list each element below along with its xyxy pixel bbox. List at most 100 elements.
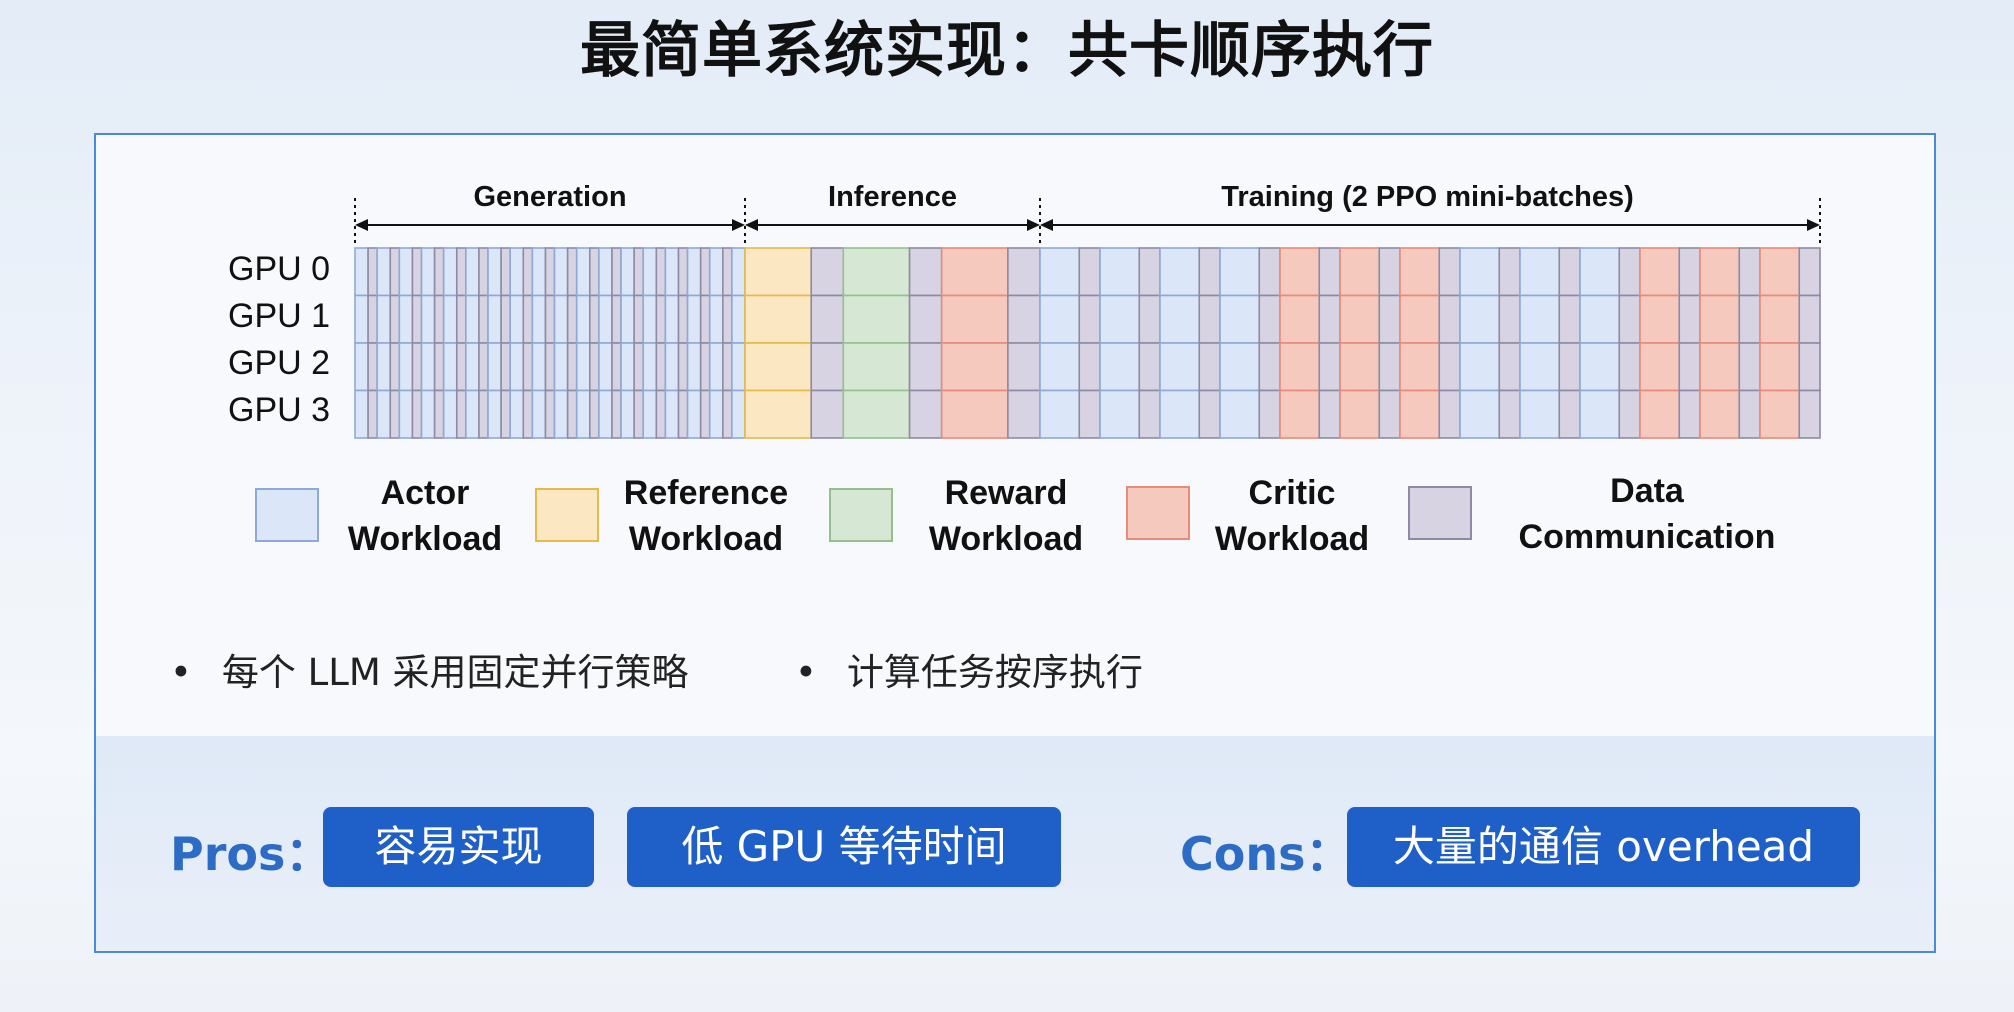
gpu1-actor-block-30 bbox=[686, 294, 702, 344]
gpu3-comm-block-25 bbox=[633, 389, 645, 439]
gpu0-comm-block-3 bbox=[389, 247, 401, 297]
gpu2-actor-block-55 bbox=[1459, 342, 1501, 392]
gpu3-actor-block-41 bbox=[1039, 389, 1081, 439]
gpu1-actor-block-8 bbox=[442, 294, 458, 344]
gpu1-comm-block-66 bbox=[1798, 294, 1821, 344]
gpu3-actor-block-2 bbox=[376, 389, 392, 439]
gpu2-actor-block-10 bbox=[465, 342, 480, 392]
legend-label-reference: Reference Workload bbox=[623, 474, 789, 558]
gpu2-actor-block-41 bbox=[1039, 342, 1081, 392]
gpu1-comm-block-27 bbox=[655, 294, 667, 344]
gpu0-comm-block-58 bbox=[1558, 247, 1581, 297]
gpu2-comm-block-42 bbox=[1078, 342, 1101, 392]
gpu1-comm-block-58 bbox=[1558, 294, 1581, 344]
gpu0-actor-block-0 bbox=[354, 247, 369, 297]
gpu0-comm-block-1 bbox=[367, 247, 378, 297]
gpu0-comm-block-56 bbox=[1498, 247, 1521, 297]
gpu0-actor-block-22 bbox=[598, 247, 613, 297]
gpu1-actor-block-24 bbox=[620, 294, 635, 344]
gpu1-comm-block-62 bbox=[1678, 294, 1701, 344]
gpu2-actor-block-12 bbox=[487, 342, 502, 392]
gpu3-actor-block-47 bbox=[1219, 389, 1261, 439]
gpu0-actor-block-45 bbox=[1159, 247, 1201, 297]
gpu1-actor-block-55 bbox=[1459, 294, 1501, 344]
gpu1-actor-block-20 bbox=[575, 294, 591, 344]
gpu3-comm-block-5 bbox=[411, 389, 423, 439]
gpu0-comm-block-46 bbox=[1198, 247, 1221, 297]
gpu1-comm-block-21 bbox=[588, 294, 600, 344]
gpu1-comm-block-9 bbox=[455, 294, 467, 344]
gpu1-comm-block-52 bbox=[1378, 294, 1401, 344]
gpu0-critic-block-39 bbox=[940, 247, 1009, 297]
cons-label: Cons： bbox=[1180, 827, 1352, 881]
gpu1-comm-block-36 bbox=[810, 294, 845, 344]
gpu0-critic-block-61 bbox=[1639, 247, 1681, 297]
legend-swatch-critic bbox=[1126, 486, 1190, 540]
gpu3-critic-block-65 bbox=[1759, 389, 1801, 439]
bullet-sequential-execution: • 计算任务按序执行 bbox=[795, 651, 1143, 694]
gpu0-comm-block-27 bbox=[655, 247, 667, 297]
gpu2-comm-block-64 bbox=[1738, 342, 1761, 392]
gpu2-actor-block-18 bbox=[553, 342, 569, 392]
legend-swatch-data-communication bbox=[1408, 486, 1472, 540]
gpu3-comm-block-29 bbox=[677, 389, 689, 439]
gpu3-actor-block-8 bbox=[442, 389, 458, 439]
gpu1-actor-block-14 bbox=[509, 294, 525, 344]
gpu2-actor-block-47 bbox=[1219, 342, 1261, 392]
gpu2-actor-block-59 bbox=[1579, 342, 1621, 392]
gpu0-actor-block-43 bbox=[1099, 247, 1141, 297]
gpu0-comm-block-21 bbox=[588, 247, 600, 297]
gpu3-reward-block-37 bbox=[842, 389, 911, 439]
gpu1-critic-block-39 bbox=[940, 294, 1009, 344]
gpu2-comm-block-33 bbox=[722, 342, 733, 392]
gpu3-reference-block-35 bbox=[744, 389, 813, 439]
gpu1-actor-block-6 bbox=[420, 294, 436, 344]
gpu0-actor-block-2 bbox=[376, 247, 392, 297]
gpu3-actor-block-26 bbox=[642, 389, 658, 439]
gpu0-actor-block-8 bbox=[442, 247, 458, 297]
gpu0-reward-block-37 bbox=[842, 247, 911, 297]
gpu3-actor-block-34 bbox=[731, 389, 746, 439]
gpu2-comm-block-15 bbox=[522, 342, 534, 392]
gpu1-comm-block-40 bbox=[1007, 294, 1041, 344]
gpu0-reference-block-35 bbox=[744, 247, 813, 297]
gpu2-actor-block-45 bbox=[1159, 342, 1201, 392]
gpu2-comm-block-1 bbox=[367, 342, 378, 392]
gpu3-comm-block-23 bbox=[611, 389, 622, 439]
gpu2-actor-block-8 bbox=[442, 342, 458, 392]
gpu1-comm-block-42 bbox=[1078, 294, 1101, 344]
gpu2-actor-block-32 bbox=[708, 342, 724, 392]
gpu3-actor-block-6 bbox=[420, 389, 436, 439]
gpu1-actor-block-26 bbox=[642, 294, 658, 344]
gpu1-critic-block-53 bbox=[1399, 294, 1441, 344]
gpu0-comm-block-31 bbox=[699, 247, 711, 297]
gpu2-comm-block-5 bbox=[411, 342, 423, 392]
gpu0-actor-block-59 bbox=[1579, 247, 1621, 297]
gpu0-comm-block-33 bbox=[722, 247, 733, 297]
gpu0-actor-block-14 bbox=[509, 247, 525, 297]
gpu3-comm-block-3 bbox=[389, 389, 401, 439]
gpu3-critic-block-39 bbox=[940, 389, 1009, 439]
gpu3-actor-block-14 bbox=[509, 389, 525, 439]
gpu3-comm-block-27 bbox=[655, 389, 667, 439]
gpu3-comm-block-21 bbox=[588, 389, 600, 439]
gpu2-comm-block-27 bbox=[655, 342, 667, 392]
gpu3-comm-block-60 bbox=[1618, 389, 1641, 439]
gpu2-actor-block-6 bbox=[420, 342, 436, 392]
gpu0-actor-block-12 bbox=[487, 247, 502, 297]
gpu0-comm-block-40 bbox=[1007, 247, 1041, 297]
gpu2-comm-block-25 bbox=[633, 342, 645, 392]
gpu3-actor-block-59 bbox=[1579, 389, 1621, 439]
gpu3-actor-block-18 bbox=[553, 389, 569, 439]
gpu0-actor-block-6 bbox=[420, 247, 436, 297]
gpu3-comm-block-50 bbox=[1318, 389, 1341, 439]
gpu3-critic-block-53 bbox=[1399, 389, 1441, 439]
gpu3-comm-block-19 bbox=[566, 389, 578, 439]
gpu0-comm-block-29 bbox=[677, 247, 689, 297]
gpu0-comm-block-52 bbox=[1378, 247, 1401, 297]
gpu0-actor-block-16 bbox=[531, 247, 547, 297]
gpu1-comm-block-56 bbox=[1498, 294, 1521, 344]
gpu1-actor-block-18 bbox=[553, 294, 569, 344]
legend-label-data-communication: Data Communication bbox=[1518, 472, 1776, 556]
gpu1-comm-block-46 bbox=[1198, 294, 1221, 344]
